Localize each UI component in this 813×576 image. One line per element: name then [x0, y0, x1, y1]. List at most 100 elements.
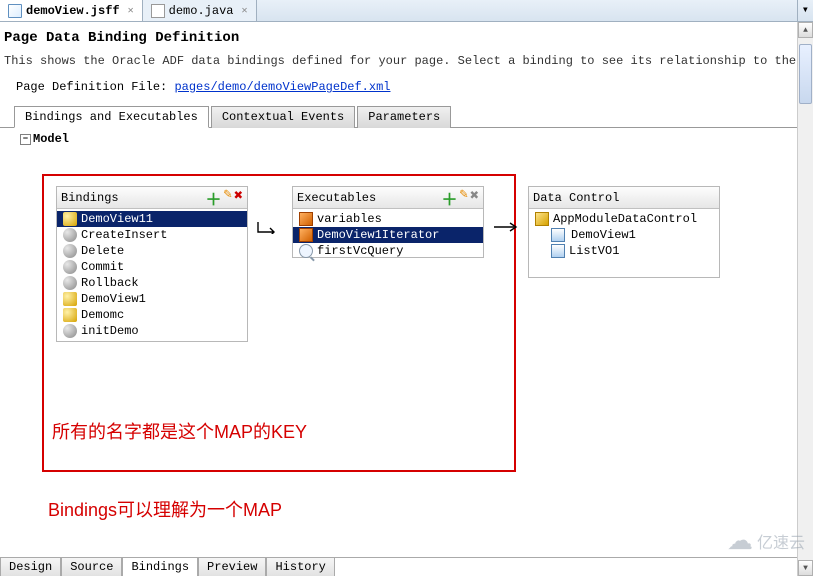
edit-icon[interactable]: ✎ — [224, 186, 232, 210]
model-tree-root[interactable]: − Model — [0, 128, 813, 146]
scroll-down-icon[interactable]: ▼ — [798, 560, 813, 576]
list-item-label: ListVO1 — [569, 244, 619, 258]
view-object-icon — [551, 228, 565, 242]
list-item[interactable]: DemoView1Iterator — [293, 227, 483, 243]
vertical-scrollbar[interactable]: ▲ ▼ — [797, 22, 813, 576]
list-item-label: DemoView1Iterator — [317, 228, 439, 242]
model-label: Model — [33, 132, 69, 146]
pagedef-label: Page Definition File: — [16, 80, 174, 94]
list-item-label: DemoView1 — [569, 228, 638, 242]
delete-icon[interactable]: ✖ — [234, 186, 243, 210]
watermark-text: 亿速云 — [757, 529, 805, 553]
page-title: Page Data Binding Definition — [0, 22, 813, 50]
list-item-label: DemoView11 — [81, 212, 153, 226]
datacontrol-title: Data Control — [533, 191, 619, 205]
cloud-icon: ☁ — [727, 525, 753, 556]
iterator-icon — [299, 228, 313, 242]
add-icon[interactable]: ＋ — [206, 186, 222, 210]
action-binding-icon — [63, 324, 77, 338]
file-tab-bar: demoView.jsff ✕ demo.java ✕ ▾ — [0, 0, 813, 22]
close-icon[interactable]: ✕ — [128, 5, 134, 17]
action-binding-icon — [63, 260, 77, 274]
bindings-panel: Bindings ＋ ✎ ✖ DemoView11 CreateInsert D… — [56, 186, 248, 342]
list-item[interactable]: initDemo — [57, 323, 247, 339]
search-icon — [299, 244, 313, 258]
tab-design[interactable]: Design — [0, 557, 61, 576]
executables-list: variables DemoView1Iterator firstVcQuery — [293, 209, 483, 261]
delete-icon[interactable]: ✖ — [470, 186, 479, 210]
tree-binding-icon — [63, 292, 77, 306]
list-item-label: Commit — [81, 260, 124, 274]
file-icon — [8, 4, 22, 18]
file-tab-label: demo.java — [169, 4, 234, 18]
list-item-label: initDemo — [81, 324, 139, 338]
page-description: This shows the Oracle ADF data bindings … — [0, 50, 813, 72]
list-item[interactable]: AppModuleDataControl — [529, 211, 719, 227]
view-object-icon — [551, 244, 565, 258]
datacontrol-header: Data Control — [529, 187, 719, 209]
tab-bindings[interactable]: Bindings — [122, 557, 198, 576]
scroll-up-icon[interactable]: ▲ — [798, 22, 813, 38]
watermark: ☁ 亿速云 — [727, 525, 805, 556]
executables-header: Executables ＋ ✎ ✖ — [293, 187, 483, 209]
panels-area: Bindings ＋ ✎ ✖ DemoView11 CreateInsert D… — [56, 186, 720, 342]
list-item-label: AppModuleDataControl — [553, 212, 697, 226]
bindings-title: Bindings — [61, 191, 119, 205]
bindings-header: Bindings ＋ ✎ ✖ — [57, 187, 247, 209]
tab-contextual-events[interactable]: Contextual Events — [211, 106, 355, 128]
list-item[interactable]: Demomc — [57, 307, 247, 323]
tree-binding-icon — [63, 308, 77, 322]
main-tabs: Bindings and Executables Contextual Even… — [14, 106, 813, 128]
list-item[interactable]: variables — [293, 211, 483, 227]
list-item[interactable]: firstVcQuery — [293, 243, 483, 259]
list-item-label: firstVcQuery — [317, 244, 403, 258]
list-item[interactable]: DemoView1 — [57, 291, 247, 307]
variables-icon — [299, 212, 313, 226]
bottom-tabs: Design Source Bindings Preview History — [0, 557, 813, 576]
executables-panel: Executables ＋ ✎ ✖ variables DemoView1Ite… — [292, 186, 484, 258]
annotation-text-1: 所有的名字都是这个MAP的KEY — [52, 418, 307, 444]
tab-preview[interactable]: Preview — [198, 557, 266, 576]
edit-icon[interactable]: ✎ — [460, 186, 468, 210]
tab-bindings-executables[interactable]: Bindings and Executables — [14, 106, 209, 128]
tab-parameters[interactable]: Parameters — [357, 106, 451, 128]
close-icon[interactable]: ✕ — [241, 5, 247, 17]
list-item-label: Delete — [81, 244, 124, 258]
tree-binding-icon — [63, 212, 77, 226]
pagedef-link[interactable]: pages/demo/demoViewPageDef.xml — [174, 80, 390, 94]
datacontrol-panel: Data Control AppModuleDataControl DemoVi… — [528, 186, 720, 278]
list-item[interactable]: DemoView11 — [57, 211, 247, 227]
list-item[interactable]: Rollback — [57, 275, 247, 291]
file-tab-demojava[interactable]: demo.java ✕ — [143, 0, 257, 21]
executables-title: Executables — [297, 191, 376, 205]
action-binding-icon — [63, 276, 77, 290]
action-binding-icon — [63, 244, 77, 258]
java-icon — [151, 4, 165, 18]
file-tab-demoview[interactable]: demoView.jsff ✕ — [0, 0, 143, 21]
datacontrol-icon — [535, 212, 549, 226]
action-binding-icon — [63, 228, 77, 242]
tabs-menu-icon[interactable]: ▾ — [797, 0, 813, 21]
arrow-icon — [256, 220, 284, 234]
tab-source[interactable]: Source — [61, 557, 122, 576]
list-item[interactable]: ListVO1 — [529, 243, 719, 259]
list-item[interactable]: Delete — [57, 243, 247, 259]
add-icon[interactable]: ＋ — [442, 186, 458, 210]
scroll-thumb[interactable] — [799, 44, 812, 104]
collapse-icon[interactable]: − — [20, 134, 31, 145]
list-item[interactable]: CreateInsert — [57, 227, 247, 243]
list-item-label: CreateInsert — [81, 228, 167, 242]
file-tab-label: demoView.jsff — [26, 4, 120, 18]
arrow-icon — [492, 220, 520, 234]
pagedef-line: Page Definition File: pages/demo/demoVie… — [0, 72, 813, 98]
list-item[interactable]: DemoView1 — [529, 227, 719, 243]
list-item-label: Demomc — [81, 308, 124, 322]
bindings-list: DemoView11 CreateInsert Delete Commit Ro… — [57, 209, 247, 341]
tab-history[interactable]: History — [266, 557, 334, 576]
list-item-label: DemoView1 — [81, 292, 146, 306]
annotation-text-2: Bindings可以理解为一个MAP — [48, 496, 282, 522]
list-item-label: Rollback — [81, 276, 139, 290]
list-item-label: variables — [317, 212, 382, 226]
list-item[interactable]: Commit — [57, 259, 247, 275]
datacontrol-list: AppModuleDataControl DemoView1 ListVO1 — [529, 209, 719, 261]
